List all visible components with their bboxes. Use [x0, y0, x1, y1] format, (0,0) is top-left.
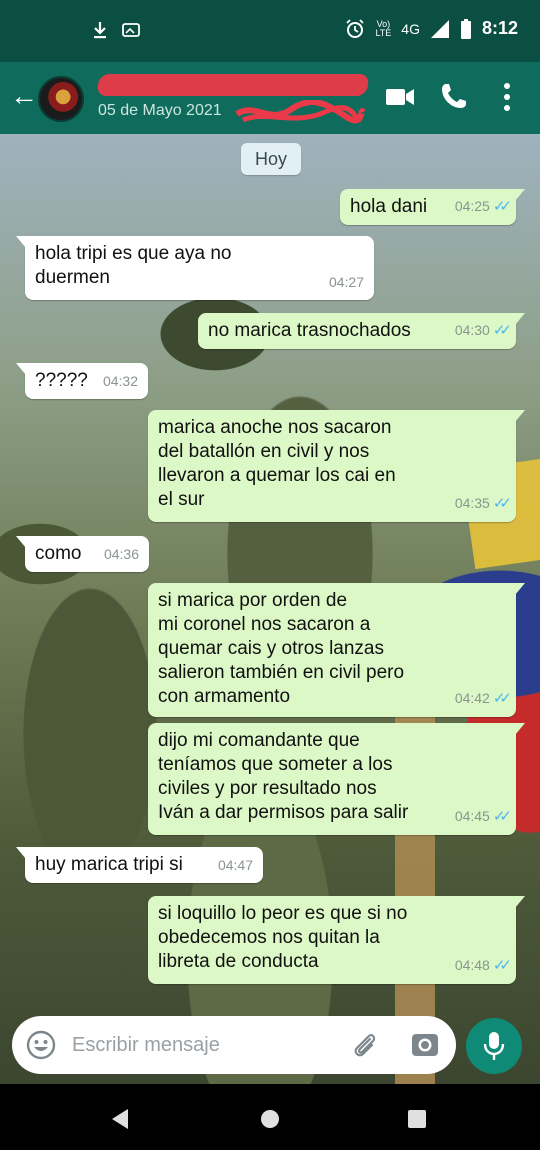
message-bubble-outgoing[interactable]: no marica trasnochados 04:30 ✓✓ — [198, 313, 525, 349]
read-ticks-icon: ✓✓ — [492, 690, 512, 707]
message-bubble-outgoing[interactable]: si marica por orden de mi coronel nos sa… — [148, 583, 525, 717]
message-meta: 04:48 ✓✓ — [454, 953, 512, 978]
system-nav-bar — [0, 1088, 540, 1150]
alarm-icon — [346, 18, 365, 38]
message-text: como — [35, 543, 82, 564]
read-ticks-icon: ✓✓ — [492, 957, 512, 974]
message-text: dijo mi comandante que teníamos que some… — [158, 730, 409, 823]
status-left-icons — [92, 20, 140, 40]
phone-icon[interactable] — [440, 82, 468, 110]
mic-icon — [483, 1032, 505, 1060]
message-text: si marica por orden de mi coronel nos sa… — [158, 590, 405, 707]
message-time: 04:48 — [454, 957, 490, 973]
status-right-icons: Vo) LTE 4G 8:12 — [345, 18, 518, 39]
network-type: 4G — [401, 20, 420, 37]
message-meta: 04:36 — [104, 542, 139, 566]
avatar[interactable] — [38, 76, 84, 122]
date-chip: Hoy — [241, 143, 302, 175]
attach-icon[interactable] — [350, 1030, 380, 1060]
message-bubble-incoming[interactable]: hola tripi es que aya no duermen 04:27 — [16, 236, 374, 300]
video-call-icon[interactable] — [385, 86, 415, 108]
message-time: 04:32 — [102, 373, 138, 389]
message-time: 04:30 — [454, 322, 490, 338]
nav-home-icon[interactable] — [261, 1110, 279, 1128]
message-time: 04:35 — [454, 495, 490, 511]
message-time: 04:47 — [217, 857, 253, 873]
read-ticks-icon: ✓✓ — [492, 198, 512, 215]
signal-icon — [430, 19, 449, 38]
emoji-icon[interactable] — [26, 1030, 56, 1060]
message-text: hola tripi es que aya no duermen — [35, 243, 232, 288]
message-bubble-incoming[interactable]: huy marica tripi si 04:47 — [16, 847, 263, 883]
message-time: 04:27 — [328, 274, 364, 290]
message-bubble-outgoing[interactable]: hola dani 04:25 ✓✓ — [340, 189, 525, 225]
message-meta: 04:30 ✓✓ — [454, 318, 512, 343]
chat-header: ← 05 de Mayo 2021 — [0, 62, 540, 134]
message-text: marica anoche nos sacaron del batallón e… — [158, 417, 396, 510]
volte-icon: Vo) LTE — [375, 19, 392, 38]
read-ticks-icon: ✓✓ — [492, 495, 512, 512]
message-meta: 04:45 ✓✓ — [454, 804, 512, 829]
message-meta: 04:27 — [329, 270, 364, 294]
clock: 8:12 — [481, 18, 518, 38]
back-arrow-icon[interactable]: ← — [10, 82, 38, 110]
more-vert-icon[interactable] — [500, 82, 514, 112]
message-bubble-outgoing[interactable]: si loquillo lo peor es que si no obedece… — [148, 896, 525, 984]
message-time: 04:42 — [454, 690, 490, 706]
contact-name-redaction[interactable] — [96, 74, 370, 96]
message-meta: 04:35 ✓✓ — [454, 491, 512, 516]
message-text: no marica trasnochados — [208, 320, 411, 341]
message-bubble-incoming[interactable]: ????? 04:32 — [16, 363, 148, 399]
message-meta: 04:25 ✓✓ — [454, 194, 512, 219]
read-ticks-icon: ✓✓ — [492, 322, 512, 339]
message-meta: 04:42 ✓✓ — [454, 686, 512, 711]
message-bubble-outgoing[interactable]: marica anoche nos sacaron del batallón e… — [148, 410, 525, 522]
message-bubble-outgoing[interactable]: dijo mi comandante que teníamos que some… — [148, 723, 525, 835]
read-ticks-icon: ✓✓ — [492, 808, 512, 825]
message-time: 04:25 — [454, 198, 490, 214]
voice-record-button[interactable] — [466, 1018, 522, 1074]
volte-bottom: LTE — [375, 27, 392, 38]
nav-back-icon[interactable] — [110, 1108, 130, 1130]
camera-icon[interactable] — [410, 1030, 440, 1060]
message-text: si loquillo lo peor es que si no obedece… — [158, 903, 408, 972]
photo-icon — [122, 23, 140, 37]
battery-icon — [460, 18, 471, 39]
message-text: hola dani — [350, 196, 428, 217]
download-icon — [94, 22, 106, 39]
nav-recents-icon[interactable] — [408, 1110, 426, 1128]
message-input[interactable] — [72, 1030, 332, 1060]
message-composer — [12, 1016, 456, 1074]
message-text: ????? — [35, 370, 88, 391]
redaction-scribble — [235, 100, 365, 124]
message-meta: 04:47 — [218, 853, 253, 877]
message-time: 04:45 — [454, 808, 490, 824]
message-text: huy marica tripi si — [35, 854, 183, 875]
message-bubble-incoming[interactable]: como 04:36 — [16, 536, 149, 572]
contact-subtitle[interactable]: 05 de Mayo 2021 — [98, 102, 222, 120]
message-time: 04:36 — [103, 546, 139, 562]
status-bar: Vo) LTE 4G 8:12 — [0, 0, 540, 62]
message-meta: 04:32 — [103, 369, 138, 393]
